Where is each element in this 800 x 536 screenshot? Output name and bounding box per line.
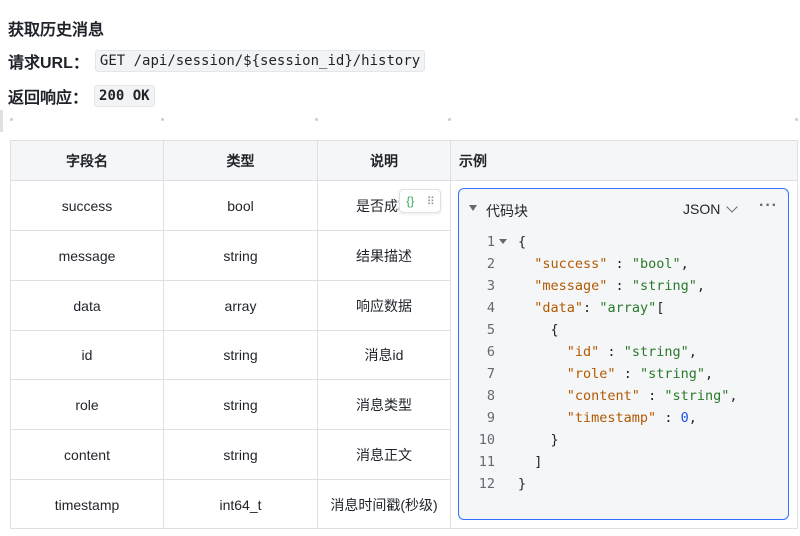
- line-number: 4: [486, 300, 495, 316]
- more-options-icon[interactable]: ···: [759, 197, 778, 215]
- table-cell[interactable]: timestamp: [11, 480, 163, 530]
- code-text: ]: [534, 454, 543, 470]
- line-number: 10: [478, 432, 495, 448]
- code-text: "content" : "string",: [566, 388, 738, 404]
- line-number: 11: [478, 454, 495, 470]
- code-line[interactable]: 6 "id" : "string",: [459, 341, 788, 363]
- code-line[interactable]: 9 "timestamp" : 0,: [459, 407, 788, 429]
- table-cell[interactable]: int64_t: [164, 480, 317, 530]
- code-line[interactable]: 10 }: [459, 429, 788, 451]
- fold-caret-icon[interactable]: [499, 239, 507, 244]
- page-title: 获取历史消息: [8, 22, 105, 39]
- request-url-label: 请求URL：: [8, 55, 89, 72]
- table-cell[interactable]: array: [164, 281, 317, 331]
- request-url-value[interactable]: GET /api/session/${session_id}/history: [94, 50, 426, 72]
- code-text: {: [518, 234, 527, 250]
- code-text: "data": "array"[: [534, 300, 665, 316]
- table-cell[interactable]: 消息id: [318, 330, 450, 380]
- table-cell[interactable]: string: [164, 231, 317, 281]
- table-cell[interactable]: role: [11, 380, 163, 430]
- line-number: 1: [486, 234, 495, 250]
- chevron-down-icon[interactable]: [726, 201, 738, 213]
- line-number: 12: [478, 476, 495, 492]
- table-cell[interactable]: 消息时间戳(秒级): [318, 480, 450, 530]
- line-number: 6: [486, 344, 495, 360]
- line-number: 9: [486, 410, 495, 426]
- table-cell[interactable]: message: [11, 231, 163, 281]
- code-block-toolbar[interactable]: {} ⠿: [399, 189, 441, 213]
- code-block-title: 代码块: [486, 203, 528, 219]
- code-text: "role" : "string",: [566, 366, 714, 382]
- table-cell[interactable]: data: [11, 281, 163, 331]
- column-resize-dots[interactable]: [0, 118, 800, 126]
- table-cell[interactable]: string: [164, 380, 317, 430]
- header-desc[interactable]: 说明: [318, 141, 450, 181]
- table-cell[interactable]: content: [11, 430, 163, 480]
- code-braces-icon[interactable]: {}: [406, 194, 414, 208]
- table-cell[interactable]: 消息正文: [318, 430, 450, 480]
- line-number: 7: [486, 366, 495, 382]
- line-number: 2: [486, 256, 495, 272]
- code-line[interactable]: 1{: [459, 231, 788, 253]
- code-text: }: [550, 432, 559, 448]
- line-number: 8: [486, 388, 495, 404]
- header-example[interactable]: 示例: [451, 141, 797, 181]
- column-field: 字段名 success message data id role content…: [11, 141, 164, 528]
- collapse-caret-icon[interactable]: [469, 205, 477, 211]
- code-block[interactable]: 代码块 JSON ··· 1{2 "success" : "bool", 3 "m…: [458, 188, 789, 520]
- code-text: "timestamp" : 0,: [566, 410, 697, 426]
- code-line[interactable]: 3 "message" : "string",: [459, 275, 788, 297]
- request-url-row: 请求URL： GET /api/session/${session_id}/hi…: [8, 49, 426, 73]
- code-line[interactable]: 11 ]: [459, 451, 788, 473]
- table-cell[interactable]: 消息类型: [318, 380, 450, 430]
- line-number: 5: [486, 322, 495, 338]
- code-text: "id" : "string",: [566, 344, 697, 360]
- header-field[interactable]: 字段名: [11, 141, 163, 181]
- response-row: 返回响应： 200 OK: [8, 84, 155, 108]
- table-cell[interactable]: id: [11, 330, 163, 380]
- table-cell[interactable]: 响应数据: [318, 281, 450, 331]
- code-line[interactable]: 4 "data": "array"[: [459, 297, 788, 319]
- code-line[interactable]: 12}: [459, 473, 788, 495]
- table-cell[interactable]: bool: [164, 181, 317, 231]
- line-number: 3: [486, 278, 495, 294]
- code-line[interactable]: 8 "content" : "string",: [459, 385, 788, 407]
- table-cell[interactable]: success: [11, 181, 163, 231]
- table-cell[interactable]: 结果描述: [318, 231, 450, 281]
- table-cell[interactable]: string: [164, 330, 317, 380]
- code-line[interactable]: 7 "role" : "string",: [459, 363, 788, 385]
- table-cell[interactable]: string: [164, 430, 317, 480]
- code-text: {: [550, 322, 559, 338]
- response-value[interactable]: 200 OK: [94, 85, 155, 107]
- code-line[interactable]: 2 "success" : "bool",: [459, 253, 788, 275]
- code-text: }: [518, 476, 527, 492]
- code-text: "success" : "bool",: [534, 256, 689, 272]
- code-line[interactable]: 5 {: [459, 319, 788, 341]
- drag-handle-icon[interactable]: ⠿: [427, 195, 435, 208]
- column-type: 类型 bool string array string string strin…: [164, 141, 318, 528]
- response-label: 返回响应：: [8, 90, 89, 107]
- language-select[interactable]: JSON: [683, 201, 720, 217]
- header-type[interactable]: 类型: [164, 141, 317, 181]
- code-text: "message" : "string",: [534, 278, 705, 294]
